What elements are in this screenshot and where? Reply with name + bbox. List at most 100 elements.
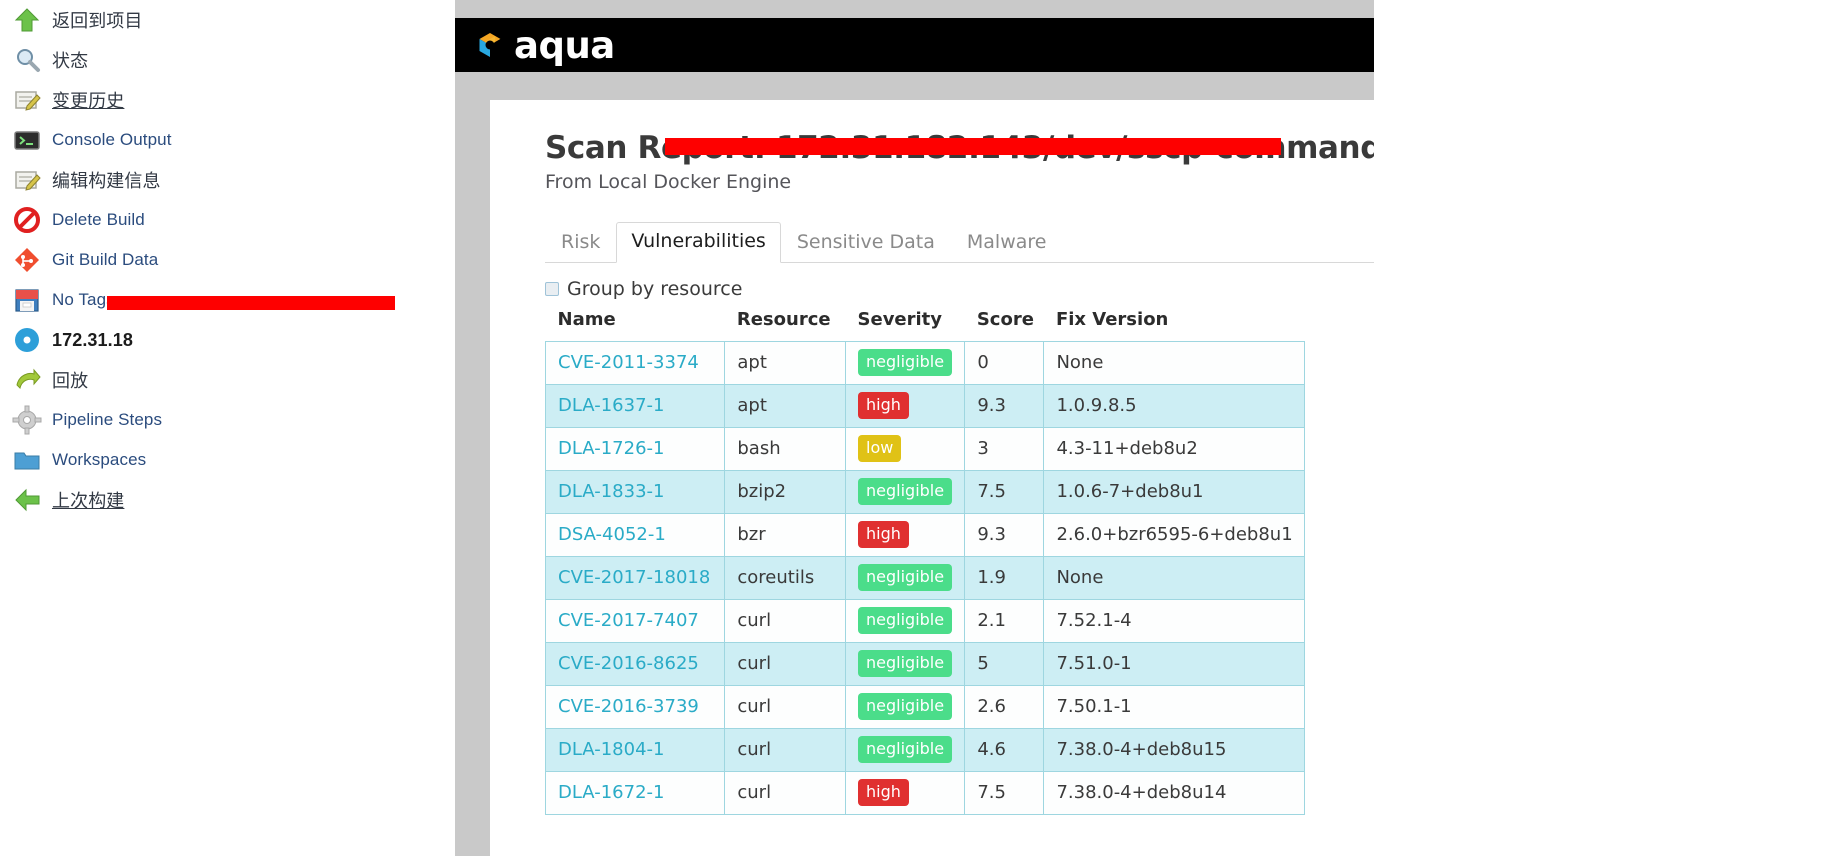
cell-name: DSA-4052-1 bbox=[544, 513, 726, 557]
sidebar-item-replay[interactable]: 回放 bbox=[0, 360, 455, 400]
edit-document-icon bbox=[12, 85, 42, 115]
status-badge: negligible bbox=[858, 693, 953, 720]
sidebar-item-back-to-project[interactable]: 返回到项目 bbox=[0, 0, 455, 40]
table-row[interactable]: CVE-2011-3374 apt negligible 0 None bbox=[544, 341, 1305, 385]
cell-severity: high bbox=[845, 384, 966, 428]
cell-fix-version: None bbox=[1043, 341, 1305, 385]
cell-fix-version: 7.50.1-1 bbox=[1043, 685, 1305, 729]
sidebar-item-label: No Tags bbox=[52, 290, 115, 309]
cell-fix-version: 7.52.1-4 bbox=[1043, 599, 1305, 643]
git-icon bbox=[12, 245, 42, 275]
cell-resource: bash bbox=[724, 427, 847, 471]
sidebar-item-console-output[interactable]: Console Output bbox=[0, 120, 455, 160]
cell-fix-version: 2.6.0+bzr6595-6+deb8u1 bbox=[1043, 513, 1305, 557]
cell-severity: negligible bbox=[845, 341, 966, 385]
sidebar-item-status[interactable]: 状态 bbox=[0, 40, 455, 80]
cell-name: DLA-1833-1 bbox=[544, 470, 726, 514]
up-arrow-green-icon bbox=[12, 5, 42, 35]
cell-resource: bzip2 bbox=[724, 470, 847, 514]
tab-risk[interactable]: Risk bbox=[545, 225, 616, 262]
cell-score: 1.9 bbox=[964, 556, 1045, 600]
cell-name: CVE-2016-8625 bbox=[544, 642, 726, 686]
cell-score: 7.5 bbox=[964, 470, 1045, 514]
sidebar-item-change-history[interactable]: 变更历史 bbox=[0, 80, 455, 120]
cell-severity: high bbox=[845, 771, 966, 815]
cell-resource: curl bbox=[724, 642, 847, 686]
table-row[interactable]: DLA-1637-1 apt high 9.3 1.0.9.8.5 bbox=[544, 384, 1305, 428]
vulnerability-link[interactable]: DLA-1833-1 bbox=[558, 481, 664, 502]
table-row[interactable]: DLA-1726-1 bash low 3 4.3-11+deb8u2 bbox=[544, 427, 1305, 471]
sidebar-item-label: 变更历史 bbox=[52, 91, 125, 111]
table-head: Name Resource Severity Score Fix Version bbox=[546, 305, 1305, 342]
vulnerability-link[interactable]: CVE-2016-8625 bbox=[558, 653, 699, 674]
delete-forbidden-icon bbox=[12, 205, 42, 235]
cell-name: CVE-2016-3739 bbox=[544, 685, 726, 729]
vulnerability-link[interactable]: DLA-1804-1 bbox=[558, 739, 664, 760]
redaction-bar-title bbox=[665, 138, 1281, 155]
cell-score: 0 bbox=[964, 341, 1045, 385]
sidebar-item-workspaces[interactable]: Workspaces bbox=[0, 440, 455, 480]
table-row[interactable]: DLA-1672-1 curl high 7.5 7.38.0-4+deb8u14 bbox=[544, 771, 1305, 815]
table-row[interactable]: DLA-1804-1 curl negligible 4.6 7.38.0-4+deb8… bbox=[544, 728, 1305, 772]
sidebar-item-git-build-data[interactable]: Git Build Data bbox=[0, 240, 455, 280]
group-by-resource-control[interactable]: Group by resource bbox=[545, 278, 742, 300]
column-header-severity[interactable]: Severity bbox=[846, 305, 965, 342]
aqua-cube-icon bbox=[479, 33, 501, 57]
status-badge: negligible bbox=[858, 736, 953, 763]
column-header-resource[interactable]: Resource bbox=[725, 305, 846, 342]
sidebar-item-aqua-scan-report[interactable]: 172.31.18 bbox=[0, 320, 455, 360]
sidebar-item-pipeline-steps[interactable]: Pipeline Steps bbox=[0, 400, 455, 440]
vulnerability-link[interactable]: DLA-1672-1 bbox=[558, 782, 664, 803]
cell-name: CVE-2017-7407 bbox=[544, 599, 726, 643]
redaction-bar-sidebar bbox=[107, 296, 395, 310]
jenkins-sidebar: 返回到项目 状态 变更历史 Console Output 编辑构建信息 Dele… bbox=[0, 0, 455, 856]
screen: aqua Scan Report: 172.31.182.143/dev/ssc… bbox=[0, 0, 1829, 856]
vulnerability-link[interactable]: DLA-1637-1 bbox=[558, 395, 664, 416]
vulnerability-link[interactable]: CVE-2016-3739 bbox=[558, 696, 699, 717]
cell-resource: apt bbox=[724, 341, 847, 385]
column-header-fix-version[interactable]: Fix Version bbox=[1044, 305, 1305, 342]
tab-sensitive-data[interactable]: Sensitive Data bbox=[781, 225, 951, 262]
cell-score: 4.6 bbox=[964, 728, 1045, 772]
sidebar-item-delete-build[interactable]: Delete Build bbox=[0, 200, 455, 240]
left-arrow-green-icon bbox=[12, 485, 42, 515]
sidebar-item-edit-build-information[interactable]: 编辑构建信息 bbox=[0, 160, 455, 200]
vulnerability-link[interactable]: DLA-1726-1 bbox=[558, 438, 664, 459]
cell-fix-version: 7.38.0-4+deb8u14 bbox=[1043, 771, 1305, 815]
floppy-save-icon bbox=[12, 285, 42, 315]
vulnerability-link[interactable]: CVE-2017-18018 bbox=[558, 567, 710, 588]
vulnerability-link[interactable]: DSA-4052-1 bbox=[558, 524, 666, 545]
status-badge: high bbox=[858, 521, 909, 548]
cell-score: 7.5 bbox=[964, 771, 1045, 815]
cell-severity: negligible bbox=[845, 599, 966, 643]
status-badge: negligible bbox=[858, 478, 953, 505]
sidebar-item-label: 返回到项目 bbox=[52, 11, 143, 31]
table-row[interactable]: DSA-4052-1 bzr high 9.3 2.6.0+bzr6595-6+deb8… bbox=[544, 513, 1305, 557]
cell-fix-version: 7.38.0-4+deb8u15 bbox=[1043, 728, 1305, 772]
table-row[interactable]: CVE-2016-8625 curl negligible 5 7.51.0-1 bbox=[544, 642, 1305, 686]
aqua-logo: aqua bbox=[475, 27, 615, 64]
tab-vulnerabilities[interactable]: Vulnerabilities bbox=[616, 222, 781, 263]
table-row[interactable]: CVE-2017-7407 curl negligible 2.1 7.52.1-4 bbox=[544, 599, 1305, 643]
table-row[interactable]: DLA-1833-1 bzip2 negligible 7.5 1.0.6-7+deb8… bbox=[544, 470, 1305, 514]
cell-severity: negligible bbox=[845, 470, 966, 514]
cell-score: 2.1 bbox=[964, 599, 1045, 643]
column-header-score[interactable]: Score bbox=[965, 305, 1044, 342]
cell-score: 9.3 bbox=[964, 384, 1045, 428]
vulnerability-link[interactable]: CVE-2011-3374 bbox=[558, 352, 699, 373]
table-row[interactable]: CVE-2017-18018 coreutils negligible 1.9 None bbox=[544, 556, 1305, 600]
tab-malware[interactable]: Malware bbox=[951, 225, 1063, 262]
column-header-name[interactable]: Name bbox=[546, 305, 725, 342]
table-row[interactable]: CVE-2016-3739 curl negligible 2.6 7.50.1-1 bbox=[544, 685, 1305, 729]
group-by-resource-checkbox[interactable] bbox=[545, 282, 559, 296]
status-badge: negligible bbox=[858, 650, 953, 677]
sidebar-item-label: Console Output bbox=[52, 130, 172, 149]
sidebar-item-label: Pipeline Steps bbox=[52, 410, 163, 429]
cell-resource: curl bbox=[724, 685, 847, 729]
sidebar-item-label: Delete Build bbox=[52, 210, 145, 229]
cell-name: DLA-1637-1 bbox=[544, 384, 726, 428]
vulnerability-link[interactable]: CVE-2017-7407 bbox=[558, 610, 699, 631]
sidebar-item-previous-build[interactable]: 上次构建 bbox=[0, 480, 455, 520]
replay-arrow-icon bbox=[12, 365, 42, 395]
cell-score: 5 bbox=[964, 642, 1045, 686]
